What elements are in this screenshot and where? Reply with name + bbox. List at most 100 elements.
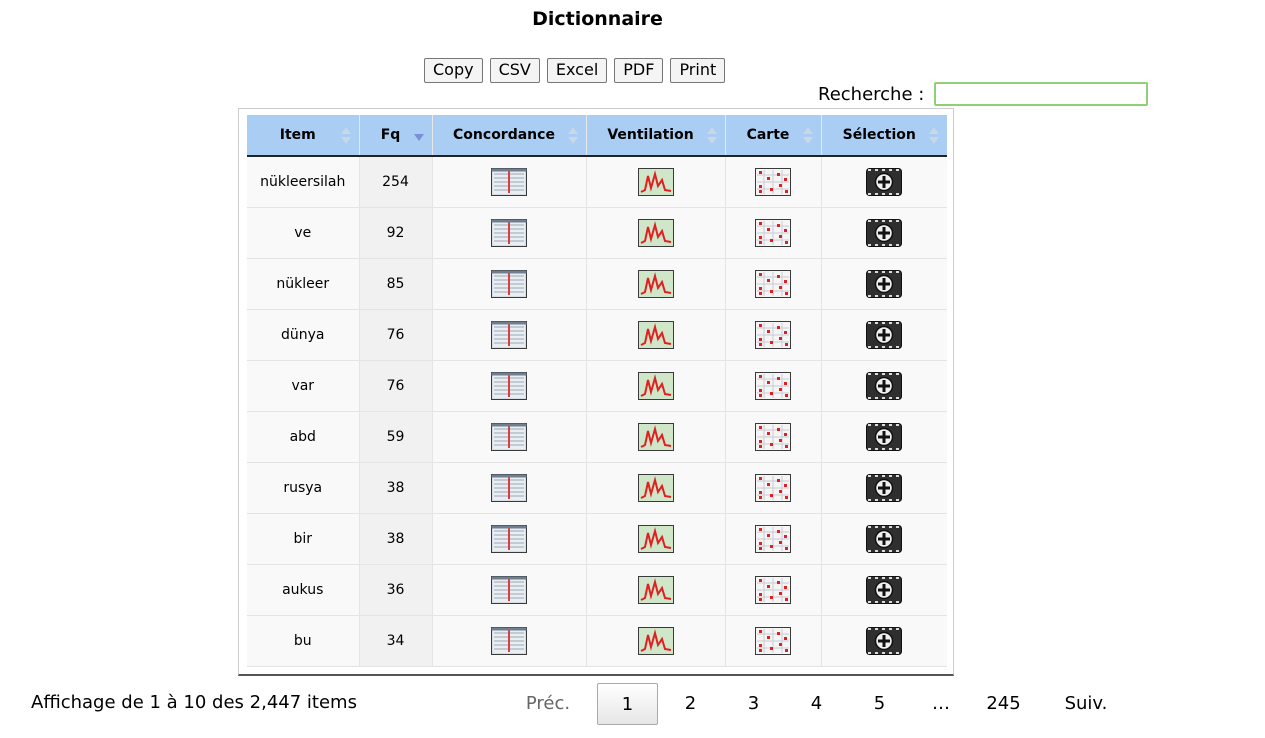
map-grid-icon[interactable]	[755, 372, 791, 400]
pagination: Préc. 1 2 3 4 5 … 245 Suiv.	[500, 683, 1136, 725]
excel-button[interactable]: Excel	[546, 58, 608, 83]
add-selection-icon[interactable]	[866, 627, 903, 655]
table-row: abd 59	[247, 411, 947, 463]
column-label: Fq	[380, 127, 401, 143]
concordance-icon[interactable]	[491, 525, 527, 553]
ventilation-chart-icon[interactable]	[637, 168, 674, 196]
carte-cell	[725, 564, 822, 616]
add-selection-icon[interactable]	[866, 321, 903, 349]
concordance-icon[interactable]	[491, 474, 527, 502]
page-button[interactable]: 4	[785, 683, 848, 725]
add-selection-icon[interactable]	[866, 270, 903, 298]
selection-cell	[821, 564, 947, 616]
ventilation-chart-icon[interactable]	[637, 219, 674, 247]
ventilation-chart-icon[interactable]	[637, 525, 674, 553]
map-grid-icon[interactable]	[755, 168, 791, 196]
add-selection-icon[interactable]	[866, 474, 903, 502]
page-button[interactable]: 5	[848, 683, 911, 725]
item-cell: nükleer	[247, 258, 360, 310]
map-grid-icon[interactable]	[755, 474, 791, 502]
carte-cell	[725, 462, 822, 514]
map-grid-icon[interactable]	[755, 576, 791, 604]
page-button[interactable]: 3	[722, 683, 785, 725]
next-page-button[interactable]: Suiv.	[1036, 683, 1136, 725]
map-grid-icon[interactable]	[755, 423, 791, 451]
map-grid-icon[interactable]	[755, 219, 791, 247]
table-row: nükleersilah 254	[247, 156, 947, 208]
ventilation-chart-icon[interactable]	[637, 474, 674, 502]
prev-page-button[interactable]: Préc.	[500, 683, 596, 725]
add-selection-icon[interactable]	[866, 576, 903, 604]
page-button-current[interactable]: 1	[597, 683, 658, 725]
ventilation-cell	[586, 156, 726, 208]
concordance-cell	[432, 258, 587, 310]
page-title: Dictionnaire	[532, 8, 663, 30]
column-header-item[interactable]: Item	[247, 115, 360, 157]
map-grid-icon[interactable]	[755, 627, 791, 655]
item-cell: rusya	[247, 462, 360, 514]
column-label: Item	[279, 127, 316, 143]
map-grid-icon[interactable]	[755, 321, 791, 349]
add-selection-icon[interactable]	[866, 423, 903, 451]
search-area: Recherche :	[818, 82, 1149, 106]
selection-cell	[821, 258, 947, 310]
ventilation-cell	[586, 258, 726, 310]
print-button[interactable]: Print	[670, 58, 726, 83]
pagination-ellipsis: …	[932, 693, 950, 714]
ventilation-chart-icon[interactable]	[637, 321, 674, 349]
table-body: nükleersilah 254 ve 92 nükleer 85 dünya 76 var 76…	[247, 156, 947, 667]
table-row: ve 92	[247, 207, 947, 259]
concordance-icon[interactable]	[491, 219, 527, 247]
column-header-ventilation[interactable]: Ventilation	[586, 115, 726, 157]
sort-icon	[929, 127, 939, 145]
concordance-icon[interactable]	[491, 423, 527, 451]
frequency-cell: 76	[359, 360, 433, 412]
add-selection-icon[interactable]	[866, 525, 903, 553]
ventilation-chart-icon[interactable]	[637, 372, 674, 400]
search-input[interactable]	[934, 82, 1149, 106]
concordance-icon[interactable]	[491, 627, 527, 655]
concordance-icon[interactable]	[491, 321, 527, 349]
carte-cell	[725, 513, 822, 565]
add-selection-icon[interactable]	[866, 219, 903, 247]
item-cell: aukus	[247, 564, 360, 616]
map-grid-icon[interactable]	[755, 525, 791, 553]
table-container: Item Fq Concordance Ventilation Carte Sé…	[238, 108, 954, 676]
column-header-selection[interactable]: Sélection	[821, 115, 947, 157]
table-row: rusya 38	[247, 462, 947, 514]
concordance-icon[interactable]	[491, 372, 527, 400]
carte-cell	[725, 360, 822, 412]
table-row: var 76	[247, 360, 947, 412]
concordance-icon[interactable]	[491, 270, 527, 298]
copy-button[interactable]: Copy	[424, 58, 483, 83]
csv-button[interactable]: CSV	[489, 58, 540, 83]
frequency-cell: 92	[359, 207, 433, 259]
column-header-fq[interactable]: Fq	[359, 115, 433, 157]
table-row: aukus 36	[247, 564, 947, 616]
frequency-cell: 254	[359, 156, 433, 208]
search-label: Recherche :	[818, 83, 925, 105]
column-header-carte[interactable]: Carte	[725, 115, 822, 157]
export-toolbar: Copy CSV Excel PDF Print	[424, 58, 726, 83]
ventilation-chart-icon[interactable]	[637, 423, 674, 451]
column-header-concordance[interactable]: Concordance	[432, 115, 587, 157]
ventilation-chart-icon[interactable]	[637, 576, 674, 604]
pdf-button[interactable]: PDF	[614, 58, 664, 83]
concordance-cell	[432, 309, 587, 361]
concordance-cell	[432, 615, 587, 667]
last-page-button[interactable]: 245	[971, 683, 1036, 725]
add-selection-icon[interactable]	[866, 372, 903, 400]
add-selection-icon[interactable]	[866, 168, 903, 196]
ventilation-cell	[586, 615, 726, 667]
table-row: dünya 76	[247, 309, 947, 361]
ventilation-chart-icon[interactable]	[637, 270, 674, 298]
ventilation-cell	[586, 309, 726, 361]
concordance-icon[interactable]	[491, 576, 527, 604]
column-label: Ventilation	[607, 127, 694, 143]
page-button[interactable]: 2	[659, 683, 722, 725]
header-row: Item Fq Concordance Ventilation Carte Sé…	[247, 115, 947, 157]
ventilation-chart-icon[interactable]	[637, 627, 674, 655]
item-cell: dünya	[247, 309, 360, 361]
concordance-icon[interactable]	[491, 168, 527, 196]
map-grid-icon[interactable]	[755, 270, 791, 298]
